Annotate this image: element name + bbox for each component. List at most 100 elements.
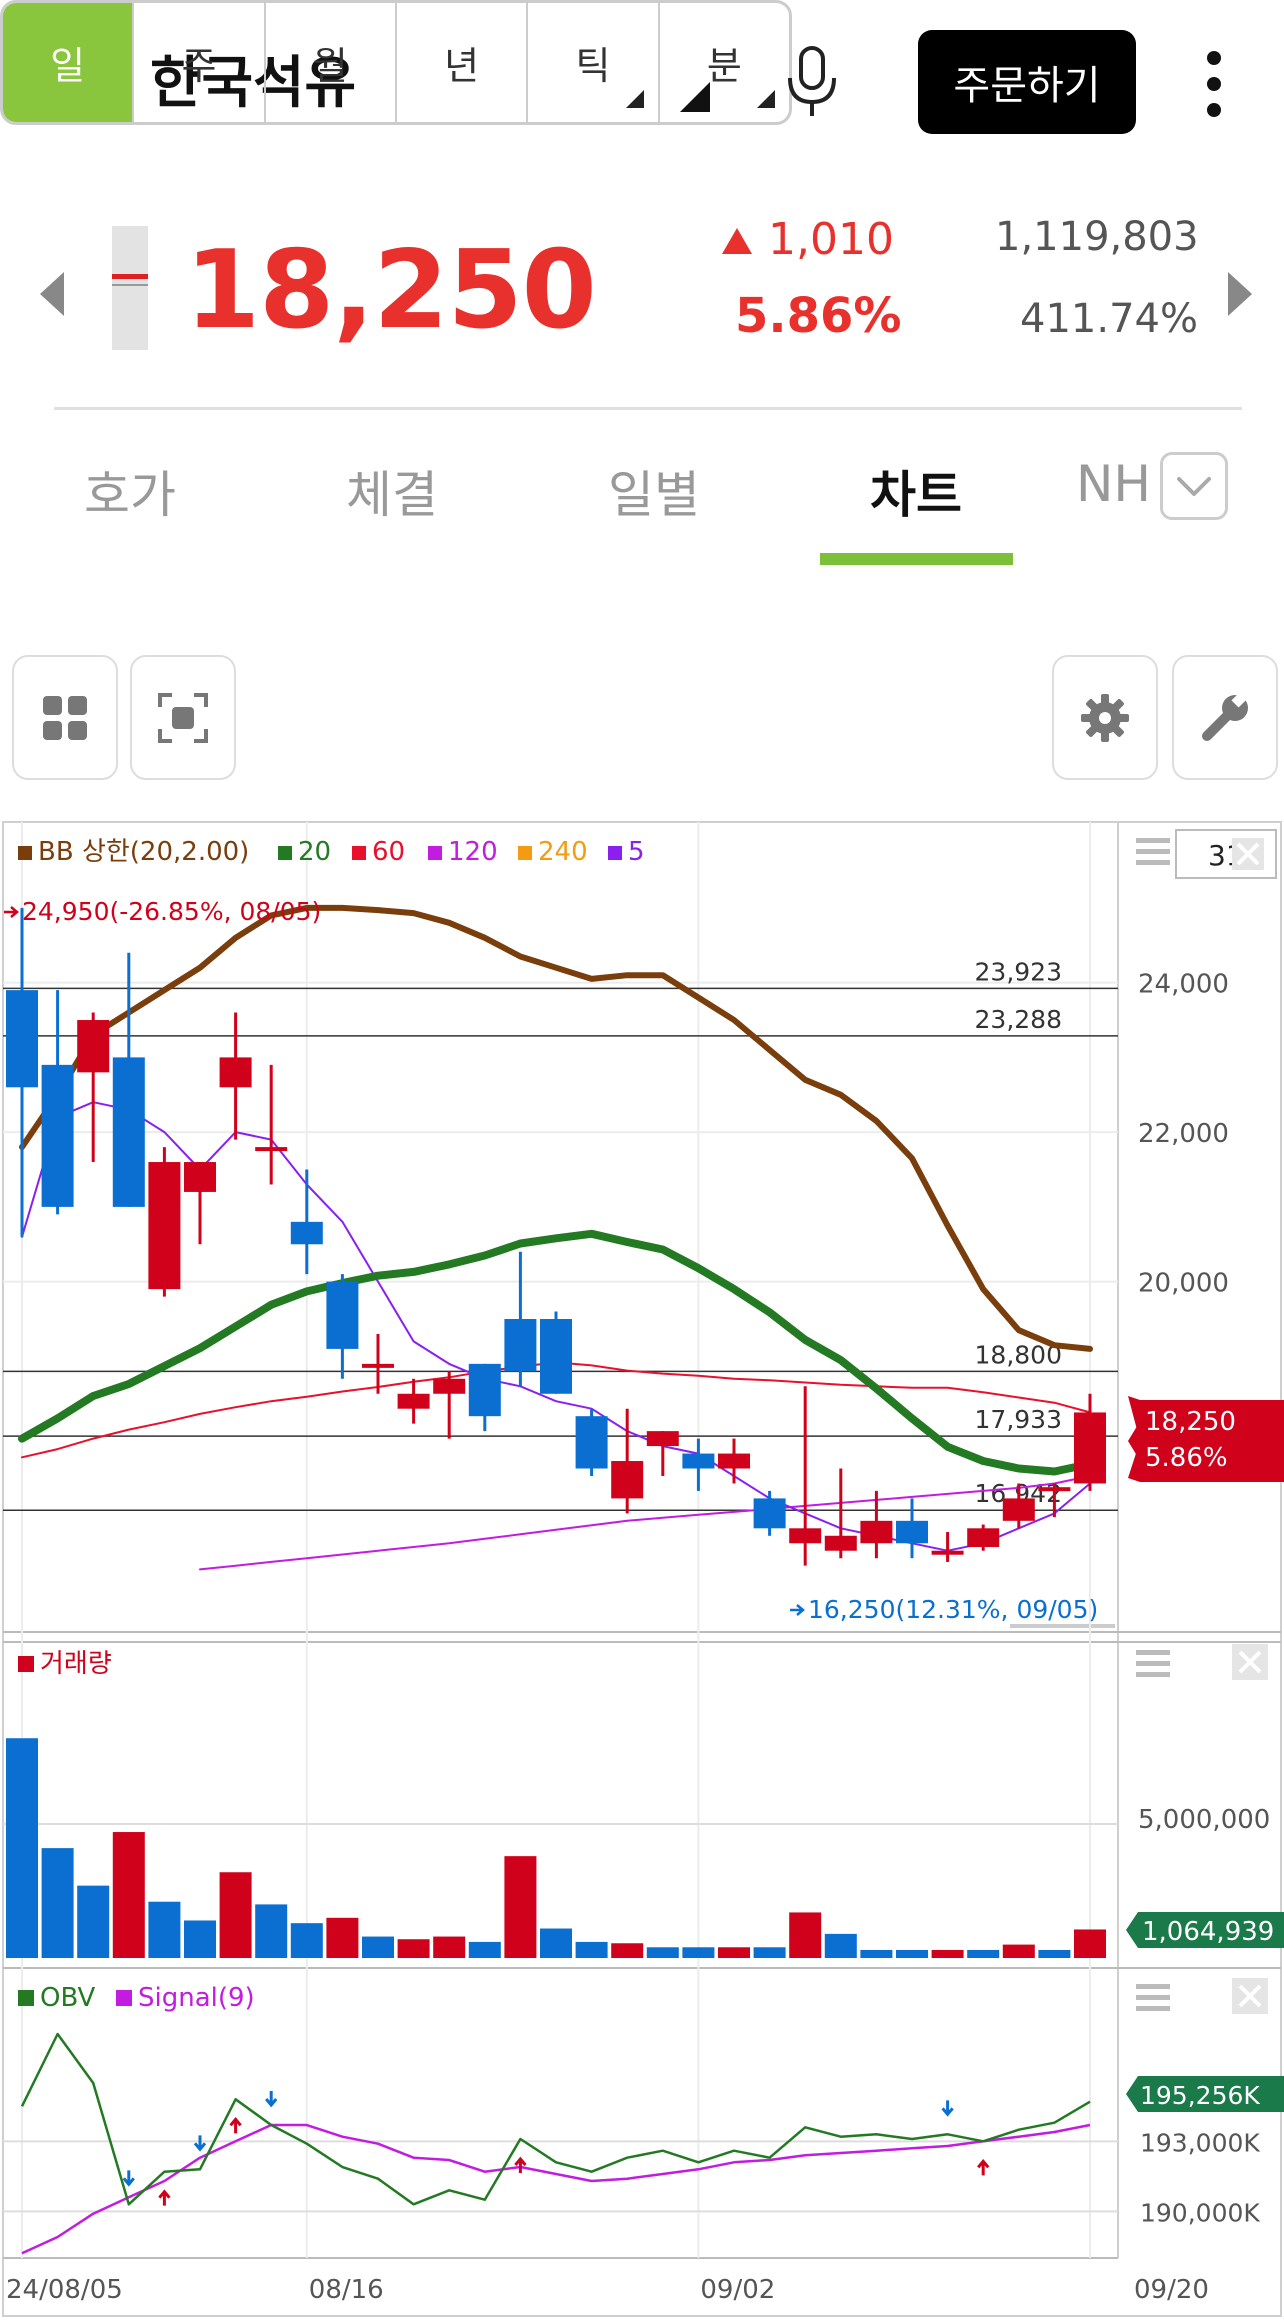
chart-tools-button[interactable] bbox=[1172, 655, 1278, 780]
candle-body bbox=[468, 1363, 501, 1417]
candle-body bbox=[753, 1498, 786, 1529]
level-label: 23,288 bbox=[975, 1005, 1062, 1034]
candle-body bbox=[646, 1431, 679, 1447]
capture-button[interactable] bbox=[130, 655, 236, 780]
order-button[interactable]: 주문하기 bbox=[918, 30, 1136, 134]
prev-stock-arrow-icon[interactable] bbox=[40, 272, 64, 316]
legend-signal: Signal(9) bbox=[138, 1983, 255, 2013]
period-tick[interactable]: 틱 bbox=[528, 3, 660, 122]
volume-bar bbox=[682, 1947, 715, 1958]
period-day[interactable]: 일 bbox=[3, 3, 135, 122]
volume-bar bbox=[611, 1943, 644, 1958]
signal-line bbox=[21, 2123, 1091, 2255]
candle-body bbox=[1038, 1487, 1071, 1492]
volume-bar bbox=[575, 1941, 608, 1958]
candle-body bbox=[397, 1393, 430, 1409]
candle-body bbox=[326, 1281, 359, 1349]
period-minute[interactable]: 분 bbox=[660, 3, 789, 122]
volume-bar bbox=[1074, 1929, 1106, 1958]
obv-line bbox=[20, 2032, 1091, 2206]
period-label: 년 bbox=[444, 44, 480, 88]
close-icon[interactable] bbox=[1232, 1644, 1268, 1680]
tab-expand-button[interactable] bbox=[1160, 452, 1228, 520]
volume-bar bbox=[789, 1912, 822, 1958]
legend-ma240: 240 bbox=[538, 837, 588, 867]
legend-ma120: 120 bbox=[448, 837, 498, 867]
volume-bar bbox=[753, 1947, 786, 1958]
volume-bar bbox=[362, 1936, 394, 1958]
obv-y-tick: 193,000K bbox=[1140, 2128, 1260, 2157]
price-y-tick: 22,000 bbox=[1138, 1119, 1229, 1149]
tab-trades[interactable]: 체결 bbox=[346, 455, 438, 527]
candle-body bbox=[789, 1528, 822, 1544]
candle-body bbox=[967, 1528, 1000, 1547]
period-label: 주 bbox=[181, 44, 217, 88]
x-axis: 24/08/05 08/16 09/02 09/20 bbox=[6, 2275, 1209, 2305]
more-vertical-icon bbox=[1207, 51, 1221, 117]
volume-bar bbox=[896, 1949, 928, 1958]
price-change: 1,010 bbox=[768, 214, 894, 265]
buy-signal-arrow-icon bbox=[229, 2116, 242, 2134]
period-label: 일 bbox=[50, 44, 86, 88]
pane-menu-icon[interactable] bbox=[1136, 1984, 1170, 2011]
period-label: 월 bbox=[312, 44, 348, 88]
volume-bar bbox=[41, 1848, 74, 1958]
layout-grid-button[interactable] bbox=[12, 655, 118, 780]
chevron-down-icon bbox=[1177, 477, 1211, 496]
count-box[interactable]: 31 bbox=[1175, 829, 1277, 879]
active-tab-indicator bbox=[820, 553, 1013, 565]
mic-button[interactable] bbox=[782, 44, 842, 120]
legend-ma5: 5 bbox=[628, 837, 645, 867]
candle-body bbox=[718, 1453, 750, 1469]
volume-pane: 거래량 5,000,000 1,064,939 bbox=[3, 1644, 1284, 1958]
volume-bar bbox=[326, 1917, 359, 1958]
volume-bar bbox=[397, 1939, 430, 1958]
more-menu-button[interactable] bbox=[1198, 46, 1230, 122]
volume-bar bbox=[646, 1947, 679, 1958]
candle-body bbox=[362, 1363, 394, 1368]
tab-orderbook[interactable]: 호가 bbox=[84, 455, 176, 527]
candle-body bbox=[504, 1319, 537, 1372]
volume-tag-value: 1,064,939 bbox=[1142, 1917, 1274, 1947]
close-icon[interactable] bbox=[1232, 1978, 1268, 2014]
tab-nh[interactable]: NH bbox=[1076, 455, 1160, 513]
candle-body bbox=[931, 1550, 964, 1555]
submenu-corner-icon bbox=[756, 90, 775, 108]
candle-body bbox=[6, 990, 38, 1088]
chart-area[interactable]: 23,92323,28818,80017,93316,942 24,00022,… bbox=[0, 818, 1284, 2320]
tab-daily[interactable]: 일별 bbox=[608, 455, 700, 527]
period-label: 틱 bbox=[575, 44, 611, 88]
volume-bar bbox=[433, 1936, 466, 1958]
price-y-tick: 20,000 bbox=[1138, 1269, 1229, 1299]
legend-ma60: 60 bbox=[372, 837, 405, 867]
chart-settings-button[interactable] bbox=[1052, 655, 1158, 780]
volume-bar bbox=[1038, 1949, 1071, 1958]
volume-ratio: 411.74% bbox=[1020, 296, 1198, 342]
period-year[interactable]: 년 bbox=[397, 3, 529, 122]
price-y-tick: 24,000 bbox=[1138, 970, 1229, 1000]
tab-chart[interactable]: 차트 bbox=[870, 455, 962, 527]
price-legend: BB 상한(20,2.00) 20 60 120 240 5 bbox=[18, 837, 645, 867]
microphone-icon bbox=[788, 46, 836, 116]
volume-bar bbox=[860, 1949, 893, 1958]
price-tag: 18,250 5.86% bbox=[1128, 1396, 1284, 1482]
volume-bar bbox=[1002, 1944, 1035, 1958]
volume-bar bbox=[255, 1904, 288, 1958]
period-month[interactable]: 월 bbox=[266, 3, 397, 122]
period-week[interactable]: 주 bbox=[134, 3, 266, 122]
volume-y-tick: 5,000,000 bbox=[1138, 1805, 1270, 1835]
volume-bar bbox=[931, 1949, 964, 1958]
candle-body bbox=[682, 1453, 715, 1469]
volume-bar bbox=[112, 1832, 145, 1958]
pane-menu-icon[interactable] bbox=[1136, 838, 1170, 865]
buy-signal-arrow-icon bbox=[158, 2189, 171, 2206]
x-tick-label: 08/16 bbox=[309, 2275, 384, 2305]
volume-bar bbox=[6, 1738, 38, 1958]
next-stock-arrow-icon[interactable] bbox=[1228, 272, 1252, 316]
gear-icon bbox=[1081, 693, 1129, 742]
x-tick-label: 24/08/05 bbox=[6, 2275, 123, 2305]
level-label: 17,933 bbox=[975, 1405, 1062, 1434]
price-tag-value: 18,250 bbox=[1145, 1407, 1236, 1437]
level-label: 23,923 bbox=[975, 957, 1062, 986]
pane-menu-icon[interactable] bbox=[1136, 1650, 1170, 1677]
